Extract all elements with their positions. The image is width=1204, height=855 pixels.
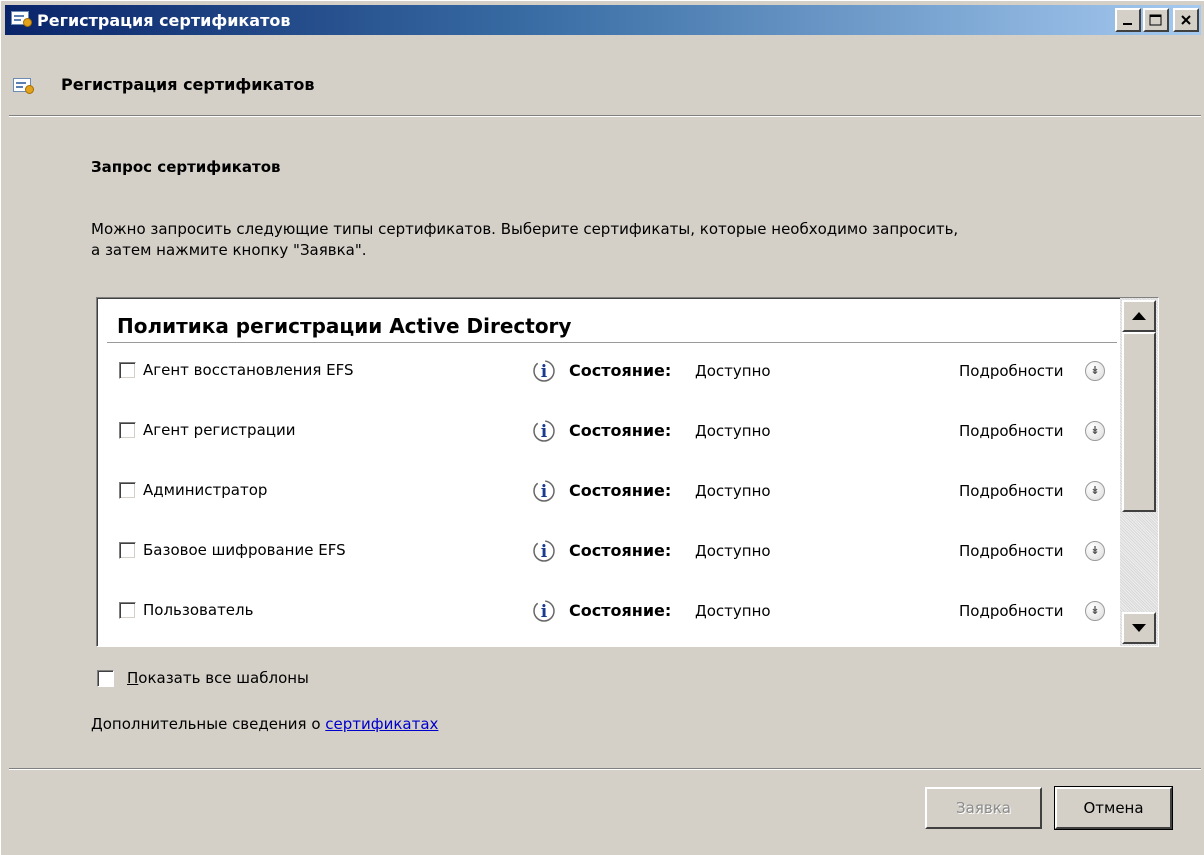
details-link[interactable]: Подробности (959, 602, 1064, 620)
chevron-down-icon[interactable]: ↡ (1085, 421, 1105, 441)
chevron-down-icon[interactable]: ↡ (1085, 601, 1105, 621)
show-all-templates-option[interactable]: Показать все шаблоны (97, 669, 309, 687)
certificate-checkbox[interactable] (119, 602, 136, 619)
svg-text:i: i (541, 482, 548, 502)
certificate-name: Агент восстановления EFS (143, 361, 354, 379)
list-item: Агент восстановления EFS i Состояние: До… (97, 357, 1119, 387)
show-all-templates-label[interactable]: Показать все шаблоны (127, 669, 309, 687)
state-label: Состояние: (569, 361, 672, 380)
state-label: Состояние: (569, 601, 672, 620)
window-title: Регистрация сертификатов (37, 10, 291, 30)
description-text: Можно запросить следующие типы сертифика… (91, 219, 1171, 261)
close-button[interactable] (1173, 8, 1199, 32)
details-link[interactable]: Подробности (959, 422, 1064, 440)
maximize-icon (1149, 14, 1162, 26)
footer-divider (9, 768, 1201, 770)
certificate-name: Администратор (143, 481, 268, 499)
certificate-name: Базовое шифрование EFS (143, 541, 346, 559)
wizard-header: Регистрация сертификатов (5, 61, 1201, 116)
caption-buttons (1113, 8, 1199, 32)
certificate-name: Пользователь (143, 601, 254, 619)
info-icon: i (533, 360, 555, 382)
vertical-scrollbar[interactable] (1120, 298, 1158, 646)
state-label: Состояние: (569, 541, 672, 560)
state-label: Состояние: (569, 481, 672, 500)
arrow-up-icon (1132, 312, 1146, 320)
more-info-text: Дополнительные сведения о сертификатах (91, 715, 438, 733)
chevron-down-icon[interactable]: ↡ (1085, 361, 1105, 381)
scroll-down-button[interactable] (1122, 612, 1156, 644)
maximize-button[interactable] (1143, 8, 1169, 32)
list-item: Пользователь i Состояние: Доступно Подро… (97, 597, 1119, 627)
state-label: Состояние: (569, 421, 672, 440)
cancel-button[interactable]: Отмена (1054, 786, 1173, 830)
details-link[interactable]: Подробности (959, 362, 1064, 380)
certificate-enrollment-window: Регистрация сертификатов Регистрация сер… (0, 0, 1204, 855)
details-link[interactable]: Подробности (959, 482, 1064, 500)
svg-text:i: i (541, 422, 548, 442)
certificate-checkbox[interactable] (119, 482, 136, 499)
title-bar[interactable]: Регистрация сертификатов (5, 5, 1201, 35)
section-title: Запрос сертификатов (91, 158, 281, 176)
svg-text:i: i (541, 602, 548, 622)
state-value: Доступно (695, 482, 771, 500)
description-line-2: а затем нажмите кнопку "Заявка". (91, 241, 367, 259)
certificate-name: Агент регистрации (143, 421, 296, 439)
minimize-icon (1123, 23, 1132, 25)
scroll-thumb[interactable] (1122, 332, 1156, 512)
state-value: Доступно (695, 362, 771, 380)
minimize-button[interactable] (1115, 8, 1141, 32)
certificates-link[interactable]: сертификатах (325, 715, 438, 733)
certificate-list[interactable]: Политика регистрации Active Directory Аг… (96, 297, 1159, 647)
certificate-icon (11, 10, 33, 30)
certificate-checkbox[interactable] (119, 362, 136, 379)
state-value: Доступно (695, 422, 771, 440)
info-icon: i (533, 420, 555, 442)
info-icon: i (533, 540, 555, 562)
chevron-down-icon[interactable]: ↡ (1085, 541, 1105, 561)
certificate-checkbox[interactable] (119, 422, 136, 439)
enroll-button[interactable]: Заявка (925, 787, 1042, 829)
policy-group-divider (107, 342, 1117, 343)
certificate-icon (13, 77, 35, 95)
policy-group-title: Политика регистрации Active Directory (117, 314, 572, 338)
arrow-down-icon (1132, 624, 1146, 632)
wizard-header-title: Регистрация сертификатов (61, 75, 315, 94)
list-item: Администратор i Состояние: Доступно Подр… (97, 477, 1119, 507)
certificate-list-content: Политика регистрации Active Directory Аг… (97, 298, 1119, 646)
state-value: Доступно (695, 542, 771, 560)
svg-text:i: i (541, 542, 548, 562)
more-info-prefix: Дополнительные сведения о (91, 715, 326, 733)
certificate-checkbox[interactable] (119, 542, 136, 559)
close-icon (1181, 15, 1191, 25)
state-value: Доступно (695, 602, 771, 620)
list-item: Агент регистрации i Состояние: Доступно … (97, 417, 1119, 447)
scroll-up-button[interactable] (1122, 300, 1156, 332)
description-line-1: Можно запросить следующие типы сертифика… (91, 220, 959, 238)
show-all-templates-checkbox[interactable] (97, 669, 114, 687)
header-divider (9, 115, 1201, 117)
svg-text:i: i (541, 362, 548, 382)
details-link[interactable]: Подробности (959, 542, 1064, 560)
chevron-down-icon[interactable]: ↡ (1085, 481, 1105, 501)
info-icon: i (533, 480, 555, 502)
info-icon: i (533, 600, 555, 622)
list-item: Базовое шифрование EFS i Состояние: Дост… (97, 537, 1119, 567)
